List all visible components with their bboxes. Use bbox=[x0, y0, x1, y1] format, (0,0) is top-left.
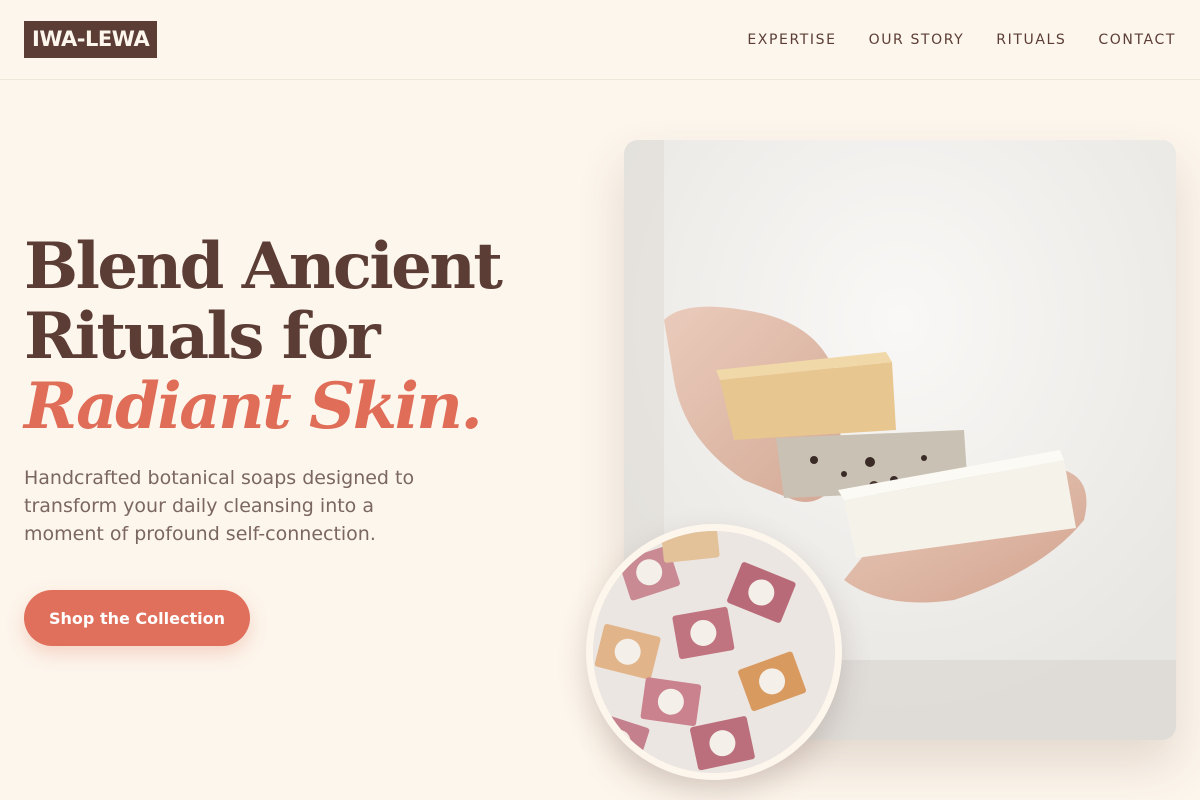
hero-section: Blend Ancient Rituals for Radiant Skin. … bbox=[24, 232, 544, 548]
nav-link-our-story[interactable]: OUR STORY bbox=[869, 30, 965, 50]
site-header: IWA-LEWA EXPERTISE OUR STORY RITUALS CON… bbox=[0, 0, 1200, 80]
headline-line-1: Blend Ancient bbox=[24, 229, 503, 304]
headline-line-2: Rituals for bbox=[24, 299, 381, 374]
hero-subtext: Handcrafted botanical soaps designed to … bbox=[24, 467, 415, 545]
hero-headline: Blend Ancient Rituals for Radiant Skin. bbox=[24, 232, 544, 442]
nav-link-expertise[interactable]: EXPERTISE bbox=[747, 30, 836, 50]
soap-flatlay-photo bbox=[586, 524, 842, 780]
nav-link-rituals[interactable]: RITUALS bbox=[996, 30, 1066, 50]
brand-logo[interactable]: IWA-LEWA bbox=[24, 21, 158, 58]
flatlay-illustration bbox=[593, 531, 835, 773]
nav-link-contact[interactable]: CONTACT bbox=[1098, 30, 1176, 50]
headline-accent: Radiant Skin. bbox=[24, 369, 483, 444]
main-nav: EXPERTISE OUR STORY RITUALS CONTACT bbox=[747, 30, 1176, 50]
shop-collection-button[interactable]: Shop the Collection bbox=[24, 590, 250, 646]
